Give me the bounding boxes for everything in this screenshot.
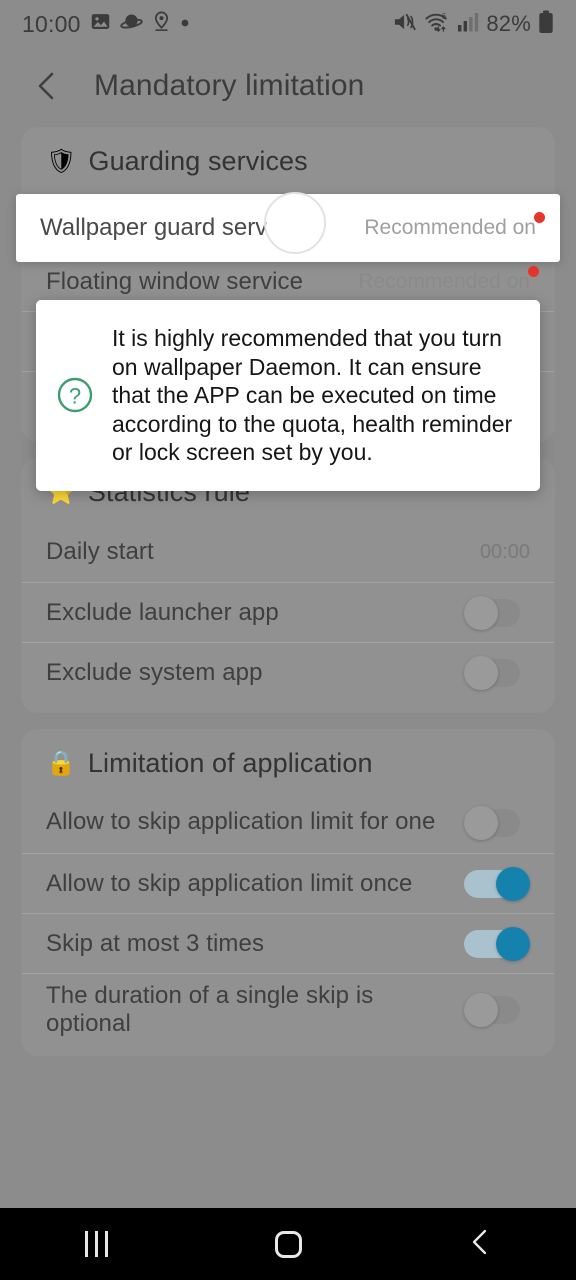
highlighted-row-status-text: Recommended on (364, 216, 536, 239)
row-skip-limit-once[interactable]: Allow to skip application limit once (22, 853, 554, 913)
row-value: 00:00 (479, 540, 530, 563)
section-title: Limitation of application (87, 748, 373, 778)
red-dot-badge (528, 265, 539, 277)
status-bar-left: 10:00 (22, 11, 190, 38)
row-single-skip-duration-optional[interactable]: The duration of a single skip is optiona… (22, 973, 554, 1045)
highlighted-row-label: Wallpaper guard serv (40, 214, 268, 241)
settings-list[interactable]: 🛡 Guarding services Wallpaper guard serv… (0, 128, 576, 1208)
row-skip-limit-one-day[interactable]: Allow to skip application limit for one … (22, 793, 554, 853)
section-statistics-rule: ⭐ Statistics rule Daily start 00:00 Excl… (22, 459, 554, 712)
highlighted-row-wallpaper-guard-service[interactable]: Wallpaper guard serv Recommended on (16, 192, 560, 262)
section-header: 🛡 Guarding services (22, 128, 554, 191)
touch-ripple-indicator (264, 192, 326, 254)
system-navigation-bar (0, 1208, 576, 1280)
row-label: Floating window service (46, 267, 304, 295)
row-label: Allow to skip application limit for one … (46, 808, 436, 838)
status-bar-right: 6 82% (393, 10, 554, 39)
planet-icon (119, 11, 143, 37)
toggle-skip-limit-one-day[interactable] (464, 806, 530, 840)
toggle-exclude-launcher-app[interactable] (464, 595, 530, 630)
row-exclude-system-app[interactable]: Exclude system app (22, 642, 554, 702)
row-label: Skip at most 3 times (46, 929, 265, 957)
section-header: 🔒 Limitation of application (22, 730, 554, 793)
red-dot-badge (534, 212, 545, 223)
signal-bars-icon (457, 11, 479, 38)
status-bar: 10:00 6 82% (0, 0, 576, 48)
toggle-exclude-system-app[interactable] (464, 655, 530, 690)
back-button[interactable] (432, 1208, 528, 1280)
wifi6-icon: 6 (424, 11, 450, 38)
recents-icon (84, 1231, 108, 1257)
shield-icon: 🛡 (46, 147, 77, 175)
toggle-thumb (464, 655, 498, 690)
section-title: Guarding services (88, 146, 308, 176)
row-daily-start[interactable]: Daily start 00:00 (22, 522, 554, 582)
section-limitation-of-application: 🔒 Limitation of application Allow to ski… (22, 730, 554, 1056)
row-status: Recommended on (346, 265, 539, 294)
svg-text:?: ? (69, 384, 81, 409)
mute-icon (393, 11, 417, 38)
action-bar: Mandatory limitation (0, 48, 576, 124)
row-label: Allow to skip application limit once (46, 869, 413, 897)
help-tooltip-text: It is highly recommended that you turn o… (112, 325, 513, 466)
phone-screen: 10:00 6 82% Mandatory limitation 🛡 Guard… (0, 0, 576, 1280)
location-pin-icon (152, 11, 171, 37)
row-label: The duration of a single skip is optiona… (46, 982, 374, 1037)
back-chevron-icon[interactable] (18, 57, 76, 115)
dot-icon (180, 15, 190, 33)
svg-text:6: 6 (442, 11, 446, 20)
row-label: Exclude launcher app (46, 598, 279, 626)
toggle-thumb (464, 992, 498, 1027)
home-icon (274, 1230, 302, 1258)
battery-percent-label: 82% (486, 11, 531, 36)
toggle-single-skip-duration[interactable] (464, 992, 530, 1027)
image-icon (90, 11, 111, 37)
page-title: Mandatory limitation (94, 69, 365, 102)
toggle-skip-at-most-3-times[interactable] (464, 926, 530, 961)
back-icon (468, 1228, 492, 1261)
battery-icon (538, 10, 554, 39)
row-exclude-launcher-app[interactable]: Exclude launcher app (22, 582, 554, 642)
row-skip-at-most-3-times[interactable]: Skip at most 3 times (22, 913, 554, 973)
status-bar-clock: 10:00 (22, 10, 81, 37)
home-button[interactable] (240, 1208, 336, 1280)
row-label: Daily start (46, 538, 154, 566)
toggle-thumb (496, 866, 530, 901)
recents-button[interactable] (48, 1208, 144, 1280)
help-question-icon: ? (54, 374, 96, 416)
highlighted-row-status: Recommended on (364, 212, 545, 240)
toggle-thumb (496, 926, 530, 961)
toggle-skip-limit-once[interactable] (464, 866, 530, 901)
toggle-thumb (464, 595, 498, 630)
row-label: Exclude system app (46, 658, 263, 686)
toggle-thumb (464, 806, 498, 840)
row-status-text: Recommended on (358, 269, 530, 293)
help-tooltip-dialog: ? It is highly recommended that you turn… (36, 300, 540, 491)
lock-icon: 🔒 (46, 749, 76, 777)
